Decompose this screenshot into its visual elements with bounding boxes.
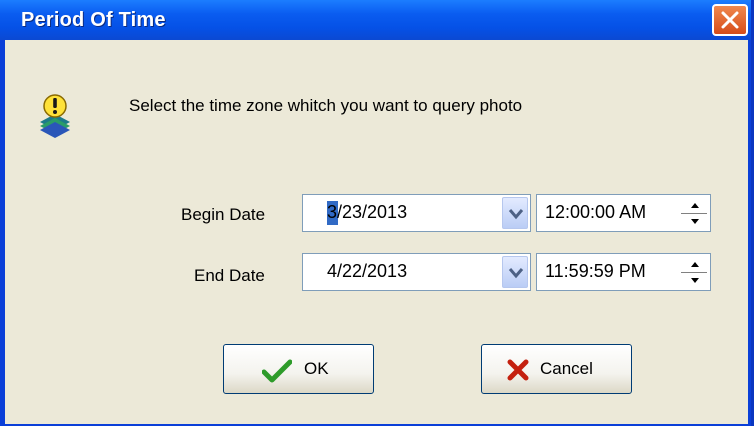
- ok-button[interactable]: OK: [223, 344, 374, 394]
- spin-up-icon: [691, 262, 699, 267]
- begin-time-spin-up[interactable]: [681, 198, 707, 213]
- end-date-value: 4/22/2013: [327, 261, 408, 281]
- cancel-label: Cancel: [540, 359, 593, 378]
- window-title: Period Of Time: [21, 9, 166, 31]
- spin-down-icon: [691, 219, 699, 224]
- end-date-label: End Date: [194, 266, 265, 285]
- end-time-spin-up[interactable]: [681, 257, 707, 272]
- begin-time-spinner[interactable]: [681, 198, 707, 228]
- title-bar[interactable]: Period Of Time: [0, 0, 751, 40]
- dialog-body: Select the time zone whitch you want to …: [5, 40, 748, 424]
- begin-time-spin-down[interactable]: [681, 213, 707, 228]
- spin-up-icon: [691, 203, 699, 208]
- end-time-spin-down[interactable]: [681, 272, 707, 287]
- ok-label: OK: [304, 359, 329, 378]
- begin-time-picker[interactable]: 12:00:00 AM: [536, 194, 711, 232]
- x-mark-icon: [507, 359, 529, 381]
- begin-date-label: Begin Date: [181, 205, 266, 224]
- end-time-picker[interactable]: 11:59:59 PM: [536, 253, 711, 291]
- prompt-message: Select the time zone whitch you want to …: [129, 96, 523, 115]
- end-date-dropdown-button[interactable]: [502, 256, 528, 288]
- close-button[interactable]: [712, 4, 748, 36]
- begin-date-dropdown-button[interactable]: [502, 197, 528, 229]
- begin-date-value: 3/23/2013: [327, 202, 408, 222]
- checkmark-icon: [262, 359, 292, 383]
- end-time-value: 11:59:59 PM: [545, 261, 646, 281]
- spin-down-icon: [691, 278, 699, 283]
- end-date-picker[interactable]: 4/22/2013: [302, 253, 531, 291]
- begin-time-value: 12:00:00 AM: [545, 202, 647, 222]
- dialog-window: Period Of Time Select the time zone whit…: [0, 0, 754, 426]
- begin-date-picker[interactable]: 3/23/2013: [302, 194, 531, 232]
- chevron-down-icon: [508, 268, 524, 279]
- end-time-spinner[interactable]: [681, 257, 707, 287]
- close-icon: [721, 11, 739, 29]
- chevron-down-icon: [508, 209, 524, 220]
- cancel-button[interactable]: Cancel: [481, 344, 632, 394]
- warning-icon: [40, 94, 70, 138]
